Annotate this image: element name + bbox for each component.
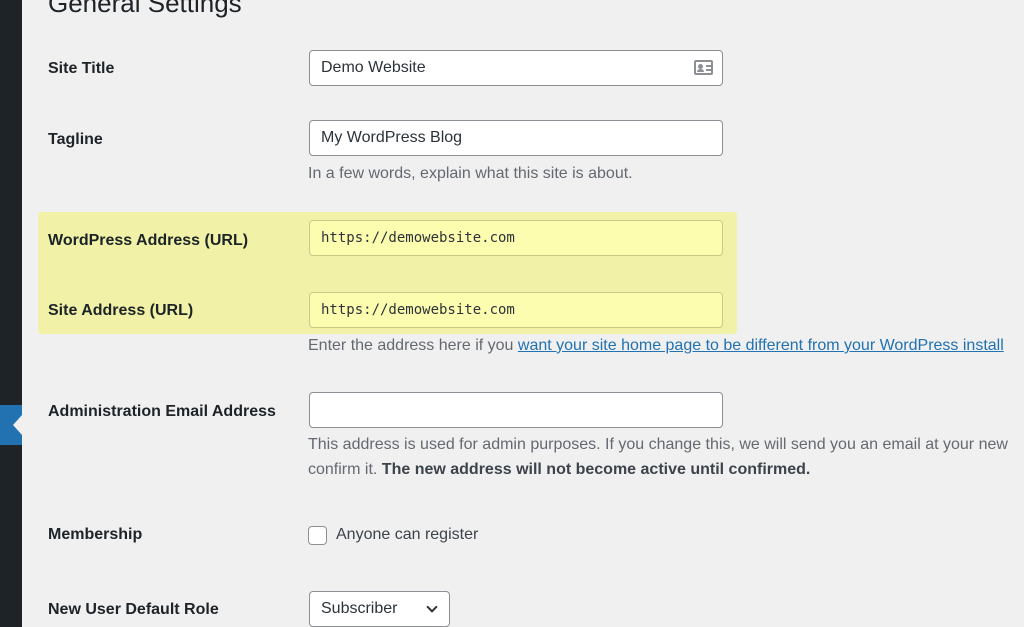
page-title: General Settings [48, 0, 242, 18]
admin-email-description-text: confirm it. [308, 461, 382, 478]
tagline-description: In a few words, explain what this site i… [308, 165, 633, 182]
membership-checkbox-label[interactable]: Anyone can register [336, 525, 478, 545]
tagline-input[interactable]: My WordPress Blog [309, 120, 723, 156]
default-role-label: New User Default Role [48, 601, 219, 618]
wordpress-address-value: https://demowebsite.com [321, 230, 515, 246]
wordpress-address-label: WordPress Address (URL) [48, 232, 249, 249]
tagline-label: Tagline [48, 131, 103, 148]
site-address-description-text: Enter the address here if you [308, 337, 518, 354]
site-address-label: Site Address (URL) [48, 302, 194, 319]
admin-email-description-line2: confirm it. The new address will not bec… [308, 458, 810, 482]
site-title-label: Site Title [48, 60, 115, 77]
membership-label: Membership [48, 526, 143, 543]
site-address-value: https://demowebsite.com [321, 302, 515, 318]
contact-card-icon[interactable] [694, 60, 713, 75]
chevron-down-icon [426, 601, 438, 613]
site-address-input[interactable]: https://demowebsite.com [309, 292, 723, 328]
tagline-value: My WordPress Blog [321, 129, 463, 146]
arrow-left-icon [13, 415, 22, 435]
site-address-help-link[interactable]: want your site home page to be different… [518, 337, 1004, 354]
membership-checkbox[interactable] [308, 526, 327, 545]
default-role-select[interactable]: Subscriber [309, 591, 450, 627]
wordpress-address-input[interactable]: https://demowebsite.com [309, 220, 723, 256]
site-address-description: Enter the address here if you want your … [308, 334, 1004, 358]
default-role-selected: Subscriber [321, 600, 398, 617]
admin-sidebar [0, 0, 22, 627]
admin-email-description-line1: This address is used for admin purposes.… [308, 436, 1008, 453]
site-title-input[interactable]: Demo Website [309, 50, 723, 86]
admin-email-description-warning: The new address will not become active u… [381, 461, 811, 478]
admin-email-label: Administration Email Address [48, 403, 276, 420]
admin-email-input[interactable] [309, 392, 723, 428]
site-title-value: Demo Website [321, 59, 426, 76]
